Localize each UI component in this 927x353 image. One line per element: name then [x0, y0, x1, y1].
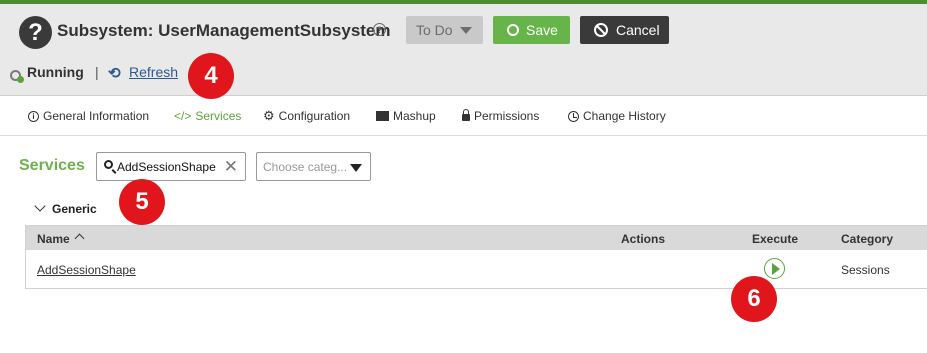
status-dropdown[interactable]: To Do	[406, 16, 483, 44]
separator: |	[95, 64, 99, 80]
tab-label: Configuration	[278, 109, 351, 123]
cancel-label: Cancel	[616, 22, 660, 38]
annotation-badge-6: 6	[731, 276, 777, 322]
column-header-actions: Actions	[621, 232, 666, 246]
running-status-label: Running	[27, 64, 84, 80]
help-circle-icon[interactable]: ?	[373, 23, 386, 36]
tab-bar: i General Information </> Services ⚙ Con…	[0, 97, 927, 136]
category-placeholder: Choose categ...	[263, 160, 348, 174]
circle-icon	[507, 24, 519, 36]
status-value: To Do	[416, 22, 453, 38]
info-icon: i	[28, 110, 39, 122]
tab-general-information[interactable]: i General Information	[28, 109, 149, 123]
save-button[interactable]: Save	[493, 16, 570, 44]
running-status-icon	[10, 70, 24, 83]
category-select[interactable]: Choose categ...	[256, 152, 371, 181]
tab-configuration[interactable]: ⚙ Configuration	[263, 109, 350, 123]
table-header: Name Actions Execute Category	[26, 226, 927, 250]
group-header-generic[interactable]: Generic	[52, 202, 97, 216]
gear-icon: ⚙	[263, 108, 275, 123]
search-input[interactable]	[117, 159, 221, 175]
tab-label: General Information	[43, 109, 150, 123]
clock-icon	[568, 110, 579, 122]
tab-services[interactable]: </> Services	[174, 109, 241, 123]
save-label: Save	[526, 22, 558, 38]
column-header-name[interactable]: Name	[37, 232, 70, 246]
service-search-field[interactable]: ✕	[96, 152, 246, 181]
tab-label: Services	[195, 109, 242, 123]
search-icon	[104, 160, 113, 169]
tab-permissions[interactable]: Permissions	[462, 109, 539, 123]
page-title: Subsystem: UserManagementSubsystem	[57, 21, 391, 40]
tab-label: Change History	[583, 109, 666, 123]
execute-play-icon[interactable]	[764, 258, 785, 279]
annotation-badge-4: 4	[188, 53, 234, 99]
lock-icon	[462, 109, 470, 121]
tab-change-history[interactable]: Change History	[568, 109, 666, 123]
tab-label: Permissions	[474, 109, 540, 123]
mashup-icon	[376, 111, 389, 121]
column-header-category[interactable]: Category	[841, 232, 893, 246]
chevron-down-icon[interactable]	[34, 200, 46, 212]
tab-mashup[interactable]: Mashup	[376, 109, 436, 123]
ban-icon	[594, 23, 608, 37]
annotation-badge-5: 5	[119, 179, 165, 225]
code-icon: </>	[174, 109, 192, 123]
tab-label: Mashup	[393, 109, 436, 123]
sort-ascending-icon[interactable]	[74, 233, 85, 244]
clear-icon[interactable]: ✕	[224, 157, 238, 177]
refresh-icon[interactable]: ⟲	[108, 64, 121, 82]
cancel-button[interactable]: Cancel	[580, 16, 669, 44]
caret-down-icon	[460, 27, 472, 34]
question-icon[interactable]: ?	[19, 16, 52, 49]
help-glyph: ?	[28, 18, 43, 46]
service-name-link[interactable]: AddSessionShape	[37, 263, 136, 277]
refresh-link[interactable]: Refresh	[129, 64, 178, 80]
caret-down-icon	[350, 164, 362, 172]
column-header-execute: Execute	[752, 232, 799, 246]
section-title: Services	[19, 157, 85, 174]
service-category: Sessions	[841, 263, 890, 277]
info-glyph: ?	[376, 24, 383, 35]
header-bar: ? Subsystem: UserManagementSubsystem ? T…	[0, 4, 927, 96]
services-table: Name Actions Execute Category AddSession…	[25, 225, 927, 289]
